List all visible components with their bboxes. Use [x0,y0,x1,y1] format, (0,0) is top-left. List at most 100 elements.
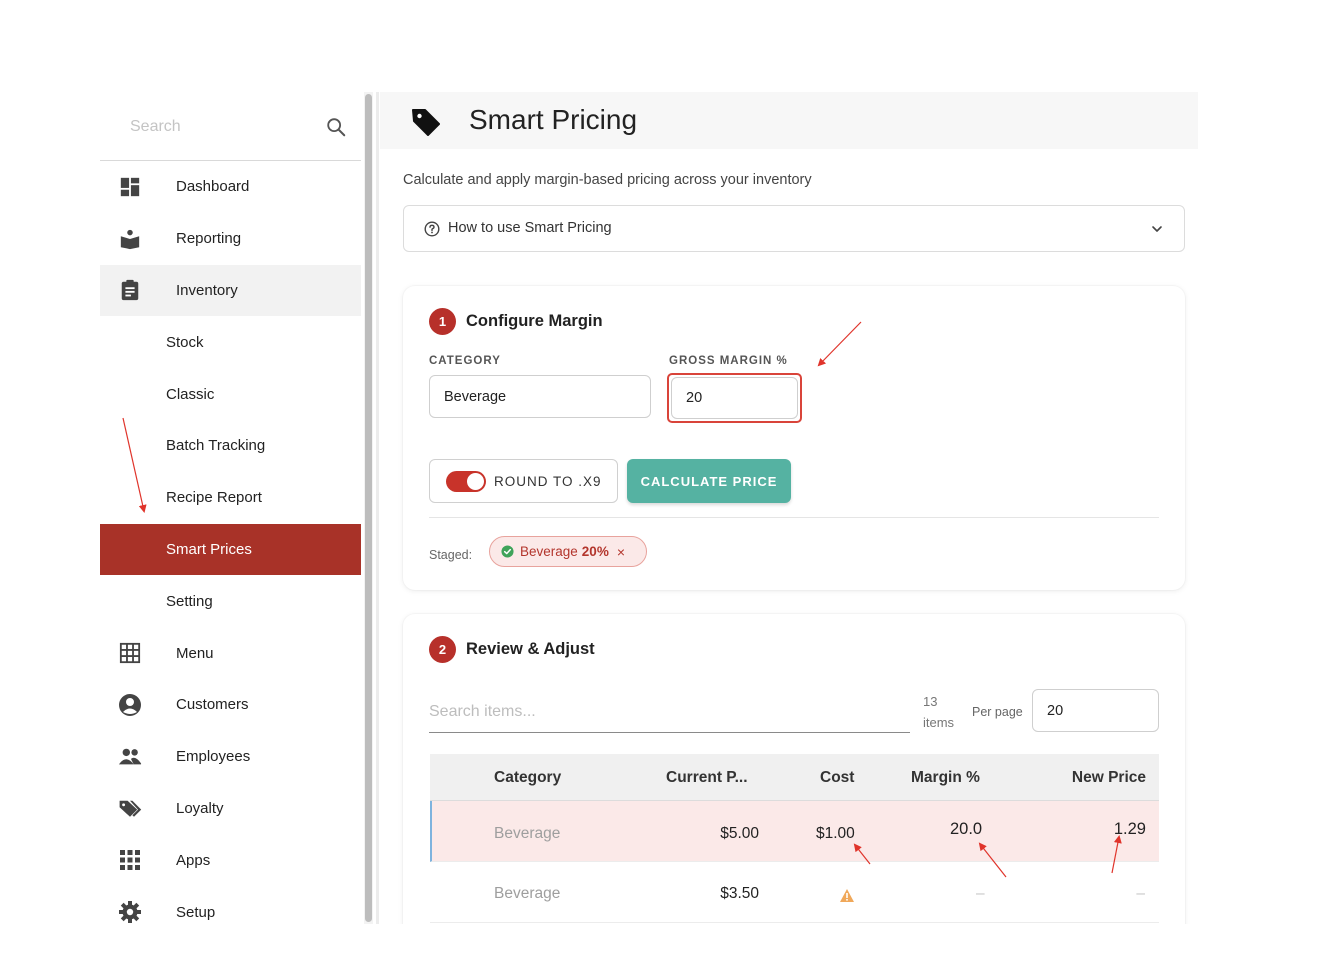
search-icon[interactable] [325,116,347,138]
table-row[interactable]: Beverage $3.50 – – [430,862,1159,923]
sidebar-item-batch-tracking[interactable]: Batch Tracking [100,420,361,472]
cell-margin[interactable]: – [976,885,985,903]
sidebar-item-label: Reporting [176,230,242,248]
round-toggle[interactable]: ROUND TO .X9 [429,459,618,503]
item-count: 13 [923,694,938,709]
sidebar-item-label: Stock [166,333,204,351]
sidebar-item-menu[interactable]: Menu [100,627,361,679]
step-number-badge: 2 [429,636,456,663]
sidebar-scrollbar[interactable] [363,92,373,924]
step-title: Review & Adjust [466,640,595,658]
sidebar-search-input[interactable] [130,114,310,140]
staged-chip[interactable]: Beverage 20% × [489,536,647,567]
staged-percent: 20% [581,544,609,559]
sidebar: Dashboard Reporting Inventory Stock Clas… [100,92,361,924]
sidebar-item-label: Batch Tracking [166,437,266,455]
table-row[interactable]: Beverage $5.00 $1.00 20.0 1.29 [430,801,1159,862]
cell-new-price[interactable]: – [1136,885,1145,903]
column-header-margin[interactable]: Margin % [911,769,980,787]
configure-margin-card: 1 Configure Margin CATEGORY GROSS MARGIN… [403,286,1185,590]
sidebar-item-label: Classic [166,385,215,403]
item-search-input[interactable] [429,691,910,733]
column-header-category[interactable]: Category [494,769,561,787]
page-header: Smart Pricing [380,92,1198,149]
page-title: Smart Pricing [469,104,638,135]
sidebar-item-customers[interactable]: Customers [100,679,361,731]
cell-cost[interactable]: $1.00 [816,825,855,843]
sidebar-item-label: Dashboard [176,178,250,196]
clipboard-icon [118,278,142,302]
account-icon [118,693,142,717]
per-page-label: Per page [972,705,1023,719]
dashboard-icon [118,175,142,199]
step-number-badge: 1 [429,308,456,335]
sidebar-item-setup[interactable]: Setup [100,886,361,938]
cell-margin[interactable]: 20.0 [950,820,982,839]
check-circle-icon [501,545,514,558]
sidebar-item-recipe-report[interactable]: Recipe Report [100,472,361,524]
sidebar-item-label: Loyalty [176,799,224,817]
step-header: 2 Review & Adjust [429,636,595,663]
tags-icon [118,796,142,820]
sidebar-item-employees[interactable]: Employees [100,731,361,783]
table-header: Category Current P... Cost Margin % New … [430,754,1159,801]
round-toggle-label: ROUND TO .X9 [494,474,602,489]
toggle-switch[interactable] [446,471,486,492]
sidebar-item-label: Apps [176,851,211,869]
apps-icon [118,848,142,872]
sidebar-item-apps[interactable]: Apps [100,834,361,886]
gross-margin-highlight [667,373,802,423]
step-header: 1 Configure Margin [429,308,603,335]
scrollbar-thumb[interactable] [365,94,372,922]
page-subtitle: Calculate and apply margin-based pricing… [403,172,812,188]
warning-icon [840,889,854,902]
category-label: CATEGORY [429,355,501,367]
gear-icon [118,900,142,924]
staged-label: Staged: [429,548,473,562]
cell-category: Beverage [494,885,561,902]
sidebar-item-label: Setting [166,592,213,610]
pricing-table: Category Current P... Cost Margin % New … [430,754,1159,923]
calculate-price-button[interactable]: CALCULATE PRICE [627,459,791,503]
gross-margin-field[interactable] [671,377,798,419]
sidebar-item-setting[interactable]: Setting [100,575,361,627]
sidebar-item-dashboard[interactable]: Dashboard [100,161,361,213]
cell-current-price: $3.50 [720,885,759,902]
reporting-icon [118,227,142,251]
item-count-label: items [923,715,955,730]
people-icon [118,745,142,769]
sidebar-item-inventory[interactable]: Inventory [100,264,361,317]
cell-new-price[interactable]: 1.29 [1114,820,1146,839]
review-adjust-card: 2 Review & Adjust 13 items Per page Cate… [403,614,1185,924]
help-circle-icon [424,221,440,237]
howto-accordion[interactable]: How to use Smart Pricing [403,205,1185,252]
sidebar-item-loyalty[interactable]: Loyalty [100,783,361,835]
sidebar-divider [376,92,379,924]
sidebar-item-smart-prices[interactable]: Smart Prices [100,523,361,576]
sidebar-item-label: Menu [176,644,214,662]
column-header-current-price[interactable]: Current P... [666,769,748,787]
sidebar-item-reporting[interactable]: Reporting [100,213,361,265]
chevron-down-icon [1152,226,1162,232]
staged-category: Beverage [520,544,578,559]
category-field[interactable] [429,375,651,418]
cell-category: Beverage [494,825,561,842]
column-header-new-price[interactable]: New Price [1072,769,1146,787]
sidebar-item-stock[interactable]: Stock [100,316,361,368]
sidebar-search [100,92,361,161]
column-header-cost[interactable]: Cost [820,769,854,787]
sidebar-item-label: Customers [176,696,249,714]
cell-current-price: $5.00 [720,825,759,842]
remove-chip-icon[interactable]: × [617,544,625,560]
main-content: Smart Pricing Calculate and apply margin… [380,92,1198,924]
tag-icon [412,109,440,136]
per-page-field[interactable] [1032,689,1159,732]
sidebar-item-label: Inventory [176,281,238,299]
sidebar-item-classic[interactable]: Classic [100,368,361,420]
grid-icon [118,641,142,665]
howto-label: How to use Smart Pricing [448,220,612,236]
sidebar-item-label: Setup [176,903,216,921]
step-title: Configure Margin [466,312,603,330]
divider [429,517,1159,518]
sidebar-item-label: Employees [176,748,251,766]
